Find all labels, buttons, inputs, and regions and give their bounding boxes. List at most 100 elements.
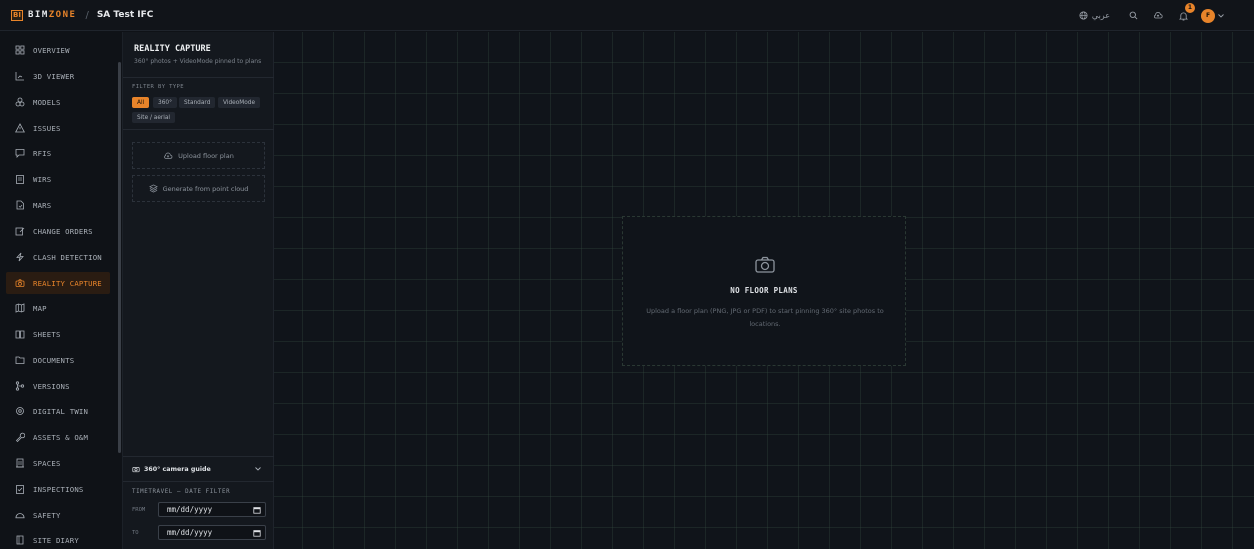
diary-icon <box>16 535 24 545</box>
sidebar-item-label: MAP <box>33 303 47 313</box>
sidebar-item-label: SPACES <box>33 458 61 468</box>
sidebar-item-label: ASSETS & O&M <box>33 432 89 442</box>
sidebar-item-change-orders[interactable]: CHANGE ORDERS <box>6 220 110 242</box>
logo-mark: BI <box>11 9 23 21</box>
filter-chip-site-aerial[interactable]: Site / aerial <box>132 112 176 123</box>
building-icon <box>16 458 24 468</box>
from-label: FROM <box>132 507 146 513</box>
sidebar-item-label: MARS <box>33 200 52 210</box>
chart-icon <box>15 72 24 81</box>
logo[interactable]: BI BIMZONE <box>11 9 76 21</box>
generate-point-cloud-button[interactable]: Generate from point cloud <box>132 175 265 202</box>
calendar-icon[interactable] <box>253 506 261 514</box>
sidebar-item-sheets[interactable]: SHEETS <box>6 323 110 345</box>
sidebar-item-label: REALITY CAPTURE <box>33 278 102 288</box>
sidebar-nav: OVERVIEW 3D VIEWER MODELS ISSUES RFIS WI… <box>0 32 123 549</box>
branch-icon <box>15 381 25 391</box>
helmet-icon <box>15 513 25 519</box>
sidebar-item-label: MODELS <box>33 97 61 107</box>
sidebar-item-versions[interactable]: VERSIONS <box>6 375 110 397</box>
sidebar-item-assets[interactable]: ASSETS & O&M <box>6 426 110 448</box>
language-label: عربي <box>1091 11 1110 20</box>
upload-icon <box>164 152 173 159</box>
sidebar-item-label: ISSUES <box>33 123 61 133</box>
sidebar-item-wirs[interactable]: WIRS <box>6 168 110 190</box>
camera-guide-label: 360° camera guide <box>144 465 211 473</box>
map-icon <box>15 303 25 313</box>
from-date-input[interactable]: mm/dd/yyyy <box>158 502 266 517</box>
empty-state: NO FLOOR PLANS Upload a floor plan (PNG,… <box>622 216 906 366</box>
breadcrumb-separator: / <box>85 9 89 21</box>
sidebar-item-models[interactable]: MODELS <box>6 91 110 113</box>
sidebar-item-issues[interactable]: ISSUES <box>6 117 110 139</box>
sidebar-item-overview[interactable]: OVERVIEW <box>6 39 110 61</box>
sidebar-item-label: RFIS <box>33 148 52 158</box>
sidebar-item-inspections[interactable]: INSPECTIONS <box>6 478 110 500</box>
folder-icon <box>15 356 25 364</box>
notifications-button[interactable]: 1 <box>1176 2 1195 23</box>
chat-icon <box>15 149 25 158</box>
to-label: TO <box>132 530 139 536</box>
sidebar-item-site-diary[interactable]: SITE DIARY <box>6 529 110 549</box>
avatar[interactable]: F <box>1201 8 1215 23</box>
sidebar-item-spaces[interactable]: SPACES <box>6 452 110 474</box>
clipboard-icon <box>16 175 24 184</box>
layers-icon <box>148 184 158 193</box>
panel-subtitle: 360° photos + VideoMode pinned to plans <box>134 58 262 65</box>
reality-capture-panel: REALITY CAPTURE 360° photos + VideoMode … <box>123 32 274 549</box>
sidebar-item-label: CHANGE ORDERS <box>33 226 93 236</box>
sidebar-item-safety[interactable]: SAFETY <box>6 504 110 526</box>
sidebar-item-map[interactable]: MAP <box>6 297 110 319</box>
sidebar-item-label: SAFETY <box>33 510 61 520</box>
sidebar-item-rfis[interactable]: RFIS <box>6 142 110 164</box>
chevron-down-icon[interactable] <box>1218 13 1224 18</box>
edit-icon <box>15 227 25 236</box>
to-date-value: mm/dd/yyyy <box>167 528 213 537</box>
camera-icon <box>755 256 775 273</box>
wrench-icon <box>15 432 25 442</box>
logo-text: BIMZONE <box>28 10 76 20</box>
sidebar-item-label: SITE DIARY <box>33 535 79 545</box>
sidebar-item-clash-detection[interactable]: CLASH DETECTION <box>6 246 110 268</box>
checklist-icon <box>16 485 24 494</box>
sidebar-item-label: VERSIONS <box>33 381 70 391</box>
empty-state-description: Upload a floor plan (PNG, JPG or PDF) to… <box>646 307 884 328</box>
filter-chip-standard[interactable]: Standard <box>179 97 216 108</box>
sidebar-item-label: OVERVIEW <box>33 45 70 55</box>
bolt-icon <box>16 252 24 262</box>
sidebar-item-mars[interactable]: MARS <box>6 194 110 216</box>
top-bar: BI BIMZONE / SA Test IFC عربي 1 F <box>0 0 1254 31</box>
upload-floor-plan-label: Upload floor plan <box>178 151 234 160</box>
floor-plan-canvas[interactable]: NO FLOOR PLANS Upload a floor plan (PNG,… <box>274 32 1254 549</box>
sync-button[interactable] <box>1151 9 1165 23</box>
project-name[interactable]: SA Test IFC <box>97 10 154 20</box>
camera-guide-toggle[interactable]: 360° camera guide <box>132 463 265 475</box>
sidebar-item-label: 3D VIEWER <box>33 71 75 81</box>
sidebar-scrollbar[interactable] <box>118 62 121 453</box>
divider <box>123 77 274 78</box>
sidebar-item-label: CLASH DETECTION <box>33 252 102 262</box>
generate-point-cloud-label: Generate from point cloud <box>162 184 249 193</box>
to-date-input[interactable]: mm/dd/yyyy <box>158 525 266 540</box>
notification-badge: 1 <box>1185 2 1195 13</box>
filter-chip-all[interactable]: All <box>132 97 150 108</box>
camera-icon <box>15 279 25 287</box>
empty-state-title: NO FLOOR PLANS <box>730 286 798 295</box>
target-icon <box>16 407 24 415</box>
chevron-down-icon <box>255 467 261 471</box>
sidebar-item-digital-twin[interactable]: DIGITAL TWIN <box>6 400 110 422</box>
file-icon <box>16 200 24 210</box>
filter-chip-360[interactable]: 360° <box>153 97 177 108</box>
filter-chip-videomode[interactable]: VideoMode <box>218 97 261 108</box>
timetravel-label: TIMETRAVEL — DATE FILTER <box>132 489 231 495</box>
calendar-icon[interactable] <box>253 529 261 537</box>
language-switch[interactable]: عربي <box>1079 11 1110 20</box>
divider <box>123 129 274 130</box>
search-button[interactable] <box>1126 9 1140 23</box>
upload-floor-plan-button[interactable]: Upload floor plan <box>132 142 265 169</box>
warning-icon <box>15 123 25 133</box>
grid-icon <box>15 45 25 55</box>
sidebar-item-3d-viewer[interactable]: 3D VIEWER <box>6 65 110 87</box>
sidebar-item-documents[interactable]: DOCUMENTS <box>6 349 110 371</box>
sidebar-item-reality-capture[interactable]: REALITY CAPTURE <box>6 272 110 294</box>
